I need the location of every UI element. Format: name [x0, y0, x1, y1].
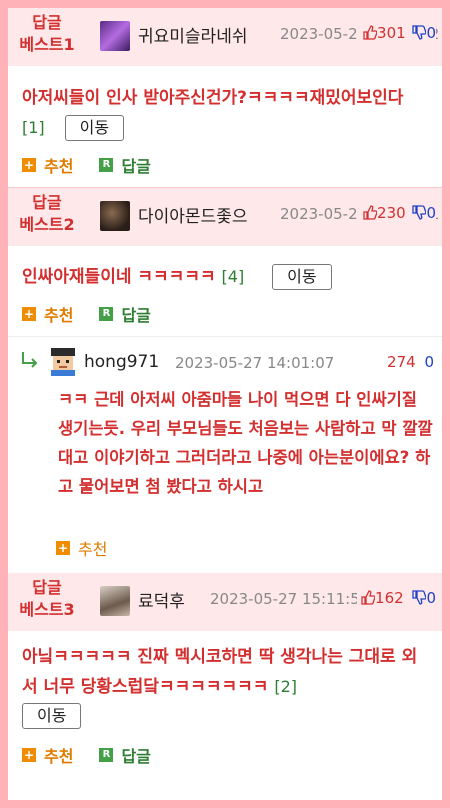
best-comment-header: 답글 베스트3 료덕후 2023-05-27 15:11:57 162 0 — [8, 573, 442, 631]
best-badge: 답글 베스트3 — [8, 577, 86, 621]
comment-body: 인싸아재들이네 ㅋㅋㅋㅋㅋ [4] 이동 — [8, 246, 442, 292]
downvote-count: 0 — [426, 24, 436, 42]
downvote-count[interactable]: 0 — [424, 353, 434, 371]
best-badge: 답글 베스트2 — [8, 192, 86, 236]
avatar[interactable] — [100, 201, 130, 231]
move-button[interactable]: 이동 — [22, 703, 82, 729]
plus-icon: + — [22, 748, 36, 762]
downvote-count: 0 — [426, 204, 436, 222]
comment-text: 인싸아재들이네 ㅋㅋㅋㅋㅋ — [22, 267, 216, 287]
recommend-label: 추천 — [44, 747, 74, 766]
best-badge: 답글 베스트1 — [8, 12, 86, 56]
author-nick[interactable]: hong971 — [84, 352, 159, 372]
author-nick[interactable]: 다이아몬드좇으 — [138, 202, 247, 227]
plus-icon: + — [56, 541, 70, 555]
badge-line2: 베스트2 — [19, 215, 75, 234]
badge-line1: 답글 — [32, 578, 62, 597]
downvote-count: 0 — [426, 589, 436, 607]
reply-r-icon: R — [99, 307, 114, 321]
best-comment-header: 답글 베스트2 다이아몬드좇으 2023-05-27 13:51:01 230 … — [8, 188, 442, 246]
thumbs-up-icon[interactable] — [361, 590, 376, 605]
thumbs-down-icon[interactable] — [412, 205, 427, 220]
comment-text: ㅋㅋ 근데 아저씨 아줌마들 나이 먹으면 다 인싸기질 생기는듯. 우리 부모… — [58, 390, 433, 496]
author-nick[interactable]: 귀요미슬라네쉬 — [138, 22, 247, 47]
comment-actions: + 추천 R 답글 — [8, 143, 442, 187]
post-date: 2023-05-27 14:01:07 — [175, 354, 335, 372]
comment-text: 아저씨들이 인사 받아주신건가?ㅋㅋㅋㅋ재밌어보인다 — [22, 88, 404, 108]
comment-actions: + 추천 R 답글 — [8, 292, 442, 336]
badge-line2: 베스트1 — [19, 35, 75, 54]
avatar[interactable] — [48, 346, 78, 376]
recommend-button[interactable]: + 추천 — [22, 302, 73, 326]
comment-body: 아닠ㅋㅋㅋㅋㅋ 진짜 멕시코하면 딱 생각나는 그대로 외서 너무 당황스럽닼ㅋ… — [8, 631, 442, 731]
badge-line1: 답글 — [32, 13, 62, 32]
upvote-count[interactable]: 274 — [387, 353, 416, 371]
comment-body: 아저씨들이 인사 받아주신건가?ㅋㅋㅋㅋ재밌어보인다 [1] 이동 — [8, 66, 442, 143]
badge-line2: 베스트3 — [19, 600, 75, 619]
avatar[interactable] — [100, 21, 130, 51]
move-button[interactable]: 이동 — [272, 264, 332, 290]
reply-r-icon: R — [99, 158, 114, 172]
comment-actions: + 추천 — [56, 536, 133, 560]
thumbs-up-icon[interactable] — [363, 25, 378, 40]
thumbs-down-icon[interactable] — [412, 25, 427, 40]
reply-button[interactable]: R 답글 — [99, 743, 151, 767]
reply-count: [4] — [221, 267, 245, 286]
vote-counts: 162 0 — [357, 589, 436, 607]
recommend-label: 추천 — [44, 157, 74, 176]
comment-actions: + 추천 R 답글 — [8, 731, 442, 779]
move-button[interactable]: 이동 — [64, 115, 125, 141]
reply-comment: hong971 2023-05-27 14:01:07 274 0 ㅋㅋ 근데 … — [8, 336, 442, 573]
best-comment-1: 답글 베스트1 귀요미슬라네쉬 2023-05-27 17:07:32 301 … — [8, 8, 442, 188]
reply-label: 답글 — [121, 306, 151, 325]
comment-list: 답글 베스트1 귀요미슬라네쉬 2023-05-27 17:07:32 301 … — [8, 8, 442, 800]
recommend-label: 추천 — [78, 540, 108, 559]
upvote-count: 162 — [375, 589, 404, 607]
badge-line1: 답글 — [32, 193, 62, 212]
recommend-button[interactable]: + 추천 — [56, 536, 107, 560]
reply-label: 답글 — [121, 747, 151, 766]
best-comment-2: 답글 베스트2 다이아몬드좇으 2023-05-27 13:51:01 230 … — [8, 188, 442, 336]
author-nick[interactable]: 료덕후 — [138, 587, 185, 612]
vote-counts: 274 0 — [387, 353, 434, 371]
reply-r-icon: R — [99, 748, 114, 762]
post-date: 2023-05-27 15:11:57 — [210, 590, 370, 608]
reply-label: 답글 — [121, 157, 151, 176]
best-comment-3: 답글 베스트3 료덕후 2023-05-27 15:11:57 162 0 아닠… — [8, 573, 442, 779]
upvote-count: 301 — [377, 24, 406, 42]
thumbs-down-icon[interactable] — [412, 590, 427, 605]
recommend-button[interactable]: + 추천 — [22, 743, 73, 767]
reply-button[interactable]: R 답글 — [99, 302, 151, 326]
recommend-button[interactable]: + 추천 — [22, 153, 73, 177]
avatar[interactable] — [100, 586, 130, 616]
thumbs-up-icon[interactable] — [363, 205, 378, 220]
upvote-count: 230 — [377, 204, 406, 222]
reply-arrow-icon — [22, 352, 38, 368]
reply-button[interactable]: R 답글 — [99, 153, 151, 177]
reply-count: [1] — [22, 118, 45, 137]
plus-icon: + — [22, 158, 36, 172]
vote-counts: 230 0 — [359, 204, 436, 222]
vote-counts: 301 0 — [359, 24, 436, 42]
best-comment-header: 답글 베스트1 귀요미슬라네쉬 2023-05-27 17:07:32 301 … — [8, 8, 442, 66]
plus-icon: + — [22, 307, 36, 321]
recommend-label: 추천 — [44, 306, 74, 325]
reply-count: [2] — [274, 677, 298, 696]
comment-text: 아닠ㅋㅋㅋㅋㅋ 진짜 멕시코하면 딱 생각나는 그대로 외서 너무 당황스럽닼ㅋ… — [22, 647, 418, 697]
